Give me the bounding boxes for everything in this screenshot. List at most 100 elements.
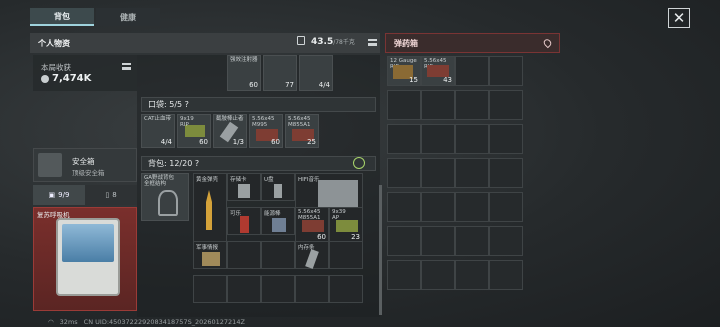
item-count: 60 [271, 138, 280, 146]
empty-slot[interactable] [489, 226, 523, 256]
energy-bar-icon [272, 218, 286, 232]
empty-slot[interactable] [387, 124, 421, 154]
empty-slot[interactable] [227, 241, 261, 269]
item-slot[interactable]: 黄金弹壳 [193, 173, 227, 245]
empty-slot[interactable] [193, 275, 227, 303]
item-slot[interactable]: 77 [263, 55, 297, 91]
item-count: 1/3 [232, 138, 244, 146]
ammo-box-item[interactable]: 12 Gauge RIP15 [387, 56, 421, 86]
empty-slot[interactable] [329, 275, 363, 303]
pocket-item[interactable]: 5.56x45 M855A1 25 [285, 114, 319, 148]
usb-icon [274, 184, 282, 198]
item-slot[interactable]: U盘 [261, 173, 295, 201]
pocket-item[interactable]: 截肢棒止者 1/3 [213, 114, 247, 148]
item-slot[interactable]: 强效注射器 60 [227, 55, 261, 91]
slot-tab-a[interactable]: ▣ 9/9 [33, 185, 85, 205]
scrollbar[interactable] [379, 185, 382, 315]
empty-slot[interactable] [455, 192, 489, 222]
item-count: 23 [351, 233, 360, 241]
empty-slot[interactable] [489, 260, 523, 290]
empty-slot[interactable] [421, 226, 455, 256]
cola-icon [240, 216, 249, 233]
item-name: HIFI音乐 [298, 177, 320, 183]
intel-icon [202, 252, 220, 266]
weight-value: 43.5 [311, 37, 334, 47]
item-name: U盘 [264, 177, 274, 183]
empty-slot[interactable] [227, 275, 261, 303]
empty-slot[interactable] [455, 90, 489, 120]
empty-slot[interactable] [421, 90, 455, 120]
income-value-row: 7,474K [41, 73, 91, 84]
item-slot[interactable]: 可乐 [227, 207, 261, 235]
backpack-bag[interactable]: GA野战背包 全框结构 [141, 173, 189, 221]
income-label: 本局收获 [41, 63, 71, 72]
empty-slot[interactable] [489, 90, 523, 120]
income-list-icon[interactable] [122, 63, 131, 70]
income-value: 7,474K [52, 73, 92, 84]
backpack-icon [158, 190, 178, 216]
empty-slot[interactable] [455, 158, 489, 188]
slot-bar: ▣ 9/9 ▯ 8 [33, 185, 137, 205]
ammo-icon [336, 220, 358, 232]
empty-slot[interactable] [455, 124, 489, 154]
slot-tab-b[interactable]: ▯ 8 [85, 185, 137, 205]
pocket-item[interactable]: 5.56x45 M995 60 [249, 114, 283, 148]
tab-backpack[interactable]: 背包 [30, 8, 94, 26]
empty-slot[interactable] [455, 56, 489, 86]
empty-slot[interactable] [455, 260, 489, 290]
item-slot[interactable]: 内存条 [295, 241, 329, 269]
pocket-item[interactable]: 9x19 RIP 60 [177, 114, 211, 148]
case-icon: ▣ [48, 191, 56, 199]
item-name: 5.56x45 M995 [252, 116, 275, 128]
ammo-box-title: 弹药箱 [394, 38, 418, 48]
empty-slot[interactable] [329, 241, 363, 269]
item-slot[interactable]: 5.56x45 M855A1 60 [295, 207, 329, 243]
empty-slot[interactable] [421, 158, 455, 188]
item-slot[interactable]: 存储卡 [227, 173, 261, 201]
empty-slot[interactable] [489, 158, 523, 188]
personal-title: 个人物资 [38, 38, 70, 48]
slot-a-count: 9/9 [58, 191, 70, 199]
item-name: CAT止血带 [144, 116, 172, 122]
item-count: 4/4 [160, 138, 172, 146]
item-name: 9x19 RIP [180, 116, 194, 128]
item-name: 存储卡 [230, 177, 247, 183]
empty-slot[interactable] [387, 260, 421, 290]
empty-slot[interactable] [387, 90, 421, 120]
empty-slot[interactable] [489, 56, 523, 86]
box-icon: ▯ [105, 191, 110, 199]
weight-readout: 43.5/78千克 [311, 37, 355, 47]
empty-slot[interactable] [387, 226, 421, 256]
item-slot[interactable]: 军事情报 [193, 241, 227, 269]
item-name: GA野战背包 全框结构 [144, 175, 175, 187]
coin-icon [41, 74, 49, 83]
item-name: 5.56x45 M855A1 [288, 116, 311, 128]
sort-icon[interactable] [368, 39, 377, 46]
empty-slot[interactable] [421, 124, 455, 154]
ammo-box-item[interactable]: 5.56x45 RIP43 [421, 56, 455, 86]
safe-subtitle: 顶级安全箱 [72, 169, 105, 177]
empty-slot[interactable] [261, 275, 295, 303]
empty-slot[interactable] [387, 192, 421, 222]
safe-name: 安全箱 [72, 157, 95, 166]
empty-slot[interactable] [387, 158, 421, 188]
tab-health[interactable]: 健康 [96, 8, 160, 26]
uid: CN UID:4503722292083418757S_20260127214Z [83, 318, 245, 326]
item-count: 25 [307, 138, 316, 146]
close-button[interactable]: ✕ [668, 8, 690, 28]
pocket-item[interactable]: CAT止血带 4/4 [141, 114, 175, 148]
target-icon[interactable] [353, 157, 365, 169]
empty-slot[interactable] [489, 192, 523, 222]
item-count: 60 [317, 233, 326, 241]
empty-slot[interactable] [489, 124, 523, 154]
empty-slot[interactable] [261, 241, 295, 269]
empty-slot[interactable] [295, 275, 329, 303]
item-slot[interactable]: 9x39 AP 23 [329, 207, 363, 243]
empty-slot[interactable] [421, 192, 455, 222]
item-slot[interactable]: 能源棒 [261, 207, 295, 235]
item-slot[interactable]: 4/4 [299, 55, 333, 91]
empty-slot[interactable] [421, 260, 455, 290]
item-name: 军事情报 [196, 245, 219, 251]
empty-slot[interactable] [455, 226, 489, 256]
item-count: 43 [443, 76, 452, 84]
